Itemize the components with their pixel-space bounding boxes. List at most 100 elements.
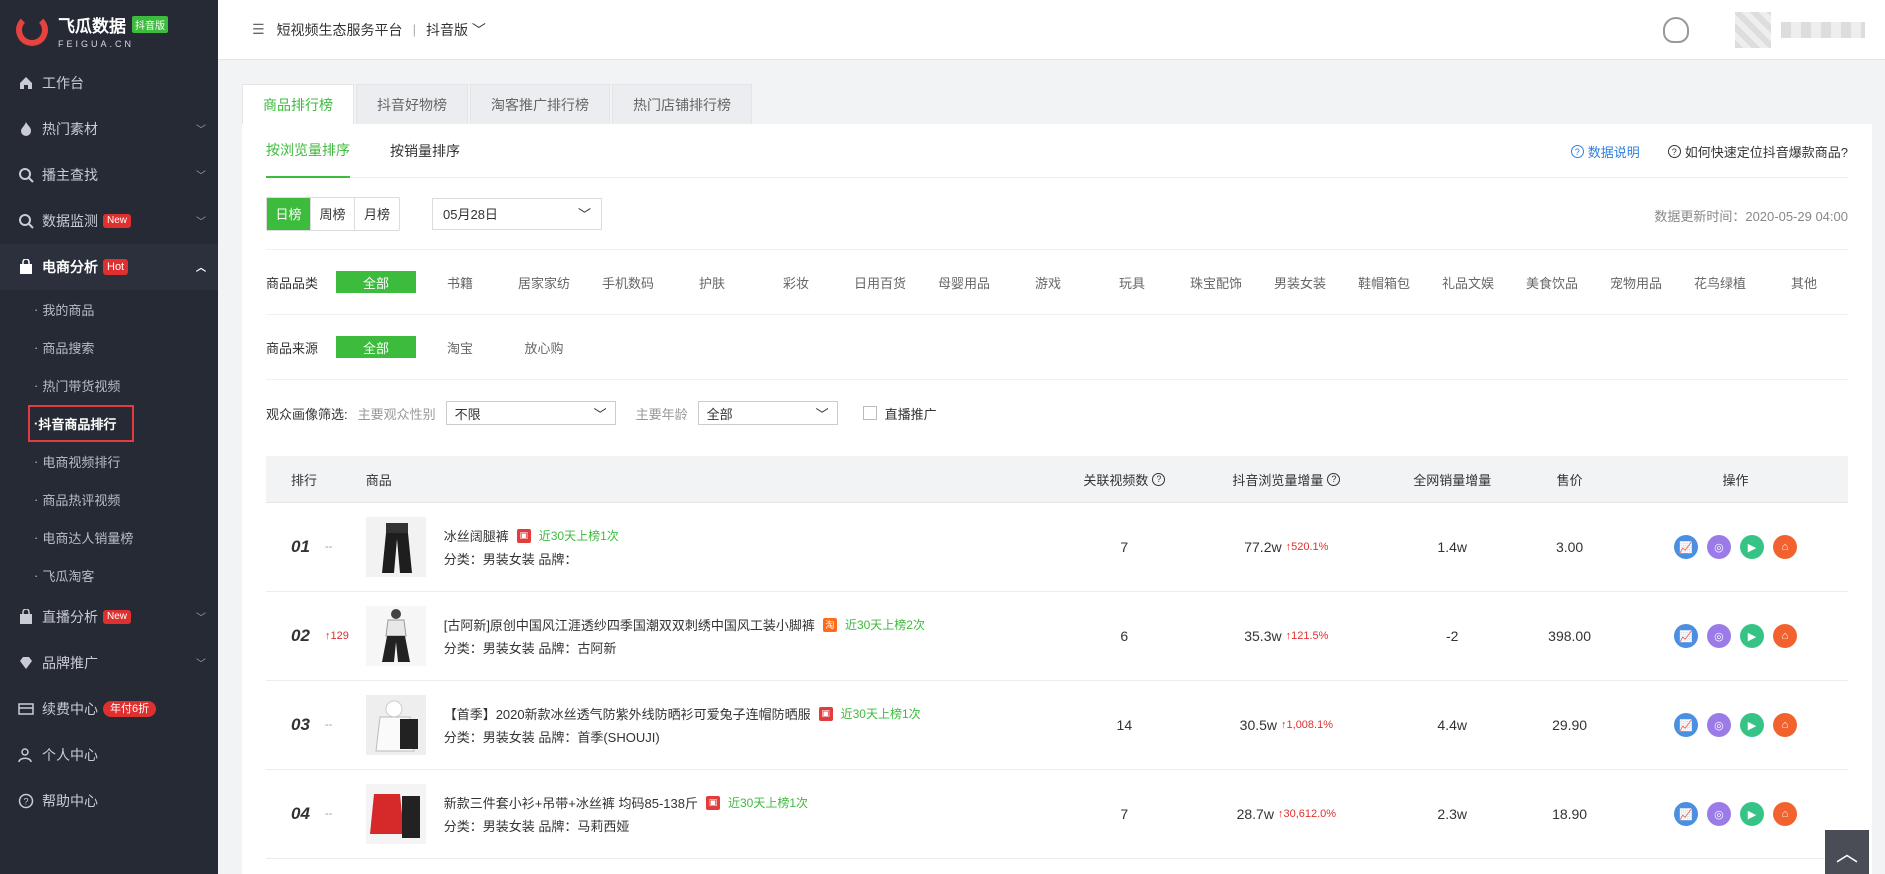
category-chip[interactable]: 珠宝配饰 <box>1176 271 1256 293</box>
category-chip[interactable]: 玩具 <box>1092 271 1172 293</box>
product-thumbnail[interactable] <box>365 784 426 844</box>
video-icon[interactable]: ▶ <box>1739 713 1764 737</box>
sidebar-item-data-monitor[interactable]: 数据监测 New ﹀ <box>0 198 218 244</box>
period-weekly[interactable]: 周榜 <box>311 197 355 230</box>
shop-icon[interactable]: ⌂ <box>1772 535 1797 559</box>
category-chip[interactable]: 美食饮品 <box>1512 271 1592 293</box>
back-to-top-button[interactable]: ︿ <box>1825 830 1869 874</box>
category-chip[interactable]: 日用百货 <box>840 271 920 293</box>
sidebar-item-profile[interactable]: 个人中心 <box>0 732 218 778</box>
trend-chart-icon[interactable]: 📈 <box>1673 713 1698 737</box>
sidebar-item-live-analysis[interactable]: 直播分析 New ﹀ <box>0 594 218 640</box>
sidebar-item-renewal[interactable]: 续费中心 年付6折 <box>0 686 218 732</box>
category-chip[interactable]: 母婴用品 <box>924 271 1004 293</box>
howto-link[interactable]: ? 如何快速定位抖音爆款商品? <box>1667 142 1848 161</box>
audience-icon[interactable]: ◎ <box>1706 624 1731 648</box>
sidebar-item-workbench[interactable]: 工作台 <box>0 60 218 106</box>
sidebar-item-label: 热门素材 <box>42 121 98 137</box>
video-icon[interactable]: ▶ <box>1739 802 1764 826</box>
source-chip[interactable]: 全部 <box>336 336 416 358</box>
table-row[interactable]: 02 ↑129 [古阿新]原创中国风江涯透纱四季国潮双双刺绣中国风工装小脚裤淘近3… <box>266 592 1848 681</box>
category-chip[interactable]: 花鸟绿植 <box>1680 271 1760 293</box>
shop-icon[interactable]: ⌂ <box>1772 713 1797 737</box>
table-row[interactable]: 01 -- 冰丝阔腿裤 ▣ 近30天上榜1次 分类：男装女装 品牌： 7 77.2w ↑… <box>266 503 1848 592</box>
header-videos[interactable]: 关联视频数? <box>1064 470 1184 489</box>
live-promo-checkbox[interactable] <box>862 406 877 420</box>
shop-icon[interactable]: ⌂ <box>1772 624 1797 648</box>
version-dropdown[interactable]: 抖音版 ﹀ <box>426 20 486 40</box>
sort-by-views[interactable]: 按浏览量排序 <box>266 124 350 178</box>
sub-item-my-products[interactable]: 我的商品 <box>0 290 218 328</box>
table-row[interactable]: 03 -- 【首季】2020新款冰丝透气防紫外线防晒衫可爱兔子连帽防晒服 ▣ 近30天… <box>266 681 1848 770</box>
table-row[interactable]: 04 -- 新款三件套小衫+吊带+冰丝裤 均码85-138斤 ▣ 近30天上榜1次 分… <box>266 770 1848 859</box>
video-icon[interactable]: ▶ <box>1739 535 1764 559</box>
tab-product-ranking[interactable]: 商品排行榜 <box>242 84 354 124</box>
product-title[interactable]: [古阿新]原创中国风江涯透纱四季国潮双双刺绣中国风工装小脚裤 <box>444 615 815 634</box>
headset-icon[interactable] <box>1663 17 1689 43</box>
audience-icon[interactable]: ◎ <box>1706 802 1731 826</box>
product-meta: 分类：男装女装 品牌：古阿新 <box>443 641 617 656</box>
sub-item-douyin-product-ranking[interactable]: 抖音商品排行 <box>0 404 218 442</box>
header-views[interactable]: 抖音浏览量增量? <box>1184 470 1388 489</box>
price: 29.90 <box>1552 717 1588 733</box>
category-chip[interactable]: 彩妆 <box>756 271 836 293</box>
period-toggle: 日榜 周榜 月榜 <box>266 196 400 231</box>
sidebar-item-hot-material[interactable]: 热门素材 ﹀ <box>0 106 218 152</box>
tab-douyin-goods[interactable]: 抖音好物榜 <box>356 84 468 124</box>
product-thumbnail[interactable] <box>365 517 426 577</box>
avatar[interactable] <box>1735 12 1771 48</box>
category-chip[interactable]: 礼品文娱 <box>1428 271 1508 293</box>
data-note-link[interactable]: ? 数据说明 <box>1570 142 1640 161</box>
audience-icon[interactable]: ◎ <box>1706 713 1731 737</box>
product-thumbnail[interactable] <box>365 695 426 755</box>
category-chip[interactable]: 手机数码 <box>588 271 668 293</box>
source-chip[interactable]: 淘宝 <box>420 336 500 358</box>
source-chip[interactable]: 放心购 <box>504 336 584 358</box>
product-title[interactable]: 冰丝阔腿裤 <box>444 526 509 545</box>
category-chip[interactable]: 游戏 <box>1008 271 1088 293</box>
tab-taoke-ranking[interactable]: 淘客推广排行榜 <box>470 84 610 124</box>
tab-hot-shops[interactable]: 热门店铺排行榜 <box>612 84 752 124</box>
video-icon[interactable]: ▶ <box>1739 624 1764 648</box>
svg-text:?: ? <box>23 797 28 807</box>
sub-item-feigua-taoke[interactable]: 飞瓜淘客 <box>0 556 218 594</box>
sub-item-ecom-video-ranking[interactable]: 电商视频排行 <box>0 442 218 480</box>
video-count: 7 <box>1120 539 1129 555</box>
product-title[interactable]: 新款三件套小衫+吊带+冰丝裤 均码85-138斤 <box>444 793 698 812</box>
category-chip[interactable]: 男装女装 <box>1260 271 1340 293</box>
category-chip[interactable]: 居家家纺 <box>504 271 584 293</box>
sidebar-item-help[interactable]: ? 帮助中心 <box>0 778 218 824</box>
trend-chart-icon[interactable]: 📈 <box>1673 802 1698 826</box>
product-thumbnail[interactable] <box>365 606 426 666</box>
product-title[interactable]: 【首季】2020新款冰丝透气防紫外线防晒衫可爱兔子连帽防晒服 <box>444 704 811 723</box>
sidebar-item-brand-promo[interactable]: 品牌推广 ﹀ <box>0 640 218 686</box>
category-chip[interactable]: 其他 <box>1764 271 1844 293</box>
category-chip[interactable]: 全部 <box>336 271 416 293</box>
chevron-up-icon: ︿ <box>1835 841 1858 866</box>
menu-toggle-icon[interactable]: ☰ <box>252 21 265 38</box>
date-select[interactable]: 05月28日 ﹀ <box>432 197 602 230</box>
trend-chart-icon[interactable]: 📈 <box>1673 624 1698 648</box>
username[interactable] <box>1781 22 1865 38</box>
sidebar-item-ecommerce[interactable]: 电商分析 Hot ︿ <box>0 244 218 290</box>
category-chip[interactable]: 书籍 <box>420 271 500 293</box>
period-daily[interactable]: 日榜 <box>267 197 311 230</box>
sidebar-item-label: 续费中心 <box>42 701 98 717</box>
category-chip[interactable]: 鞋帽箱包 <box>1344 271 1424 293</box>
trend-chart-icon[interactable]: 📈 <box>1673 535 1698 559</box>
category-chip[interactable]: 宠物用品 <box>1596 271 1676 293</box>
sub-item-hot-videos[interactable]: 热门带货视频 <box>0 366 218 404</box>
sort-by-sales[interactable]: 按销量排序 <box>390 124 460 178</box>
period-monthly[interactable]: 月榜 <box>355 198 399 230</box>
category-chip[interactable]: 护肤 <box>672 271 752 293</box>
sub-item-influencer-sales[interactable]: 电商达人销量榜 <box>0 518 218 556</box>
age-select[interactable]: 全部 ﹀ <box>697 401 838 425</box>
logo[interactable]: 飞瓜数据 抖音版 FEIGUA.CN <box>0 0 218 60</box>
rank-change: -- <box>325 808 333 820</box>
gender-select[interactable]: 不限 ﹀ <box>445 401 616 425</box>
audience-icon[interactable]: ◎ <box>1706 535 1731 559</box>
sidebar-item-anchor-search[interactable]: 播主查找 ﹀ <box>0 152 218 198</box>
sub-item-product-search[interactable]: 商品搜索 <box>0 328 218 366</box>
sub-item-product-review-videos[interactable]: 商品热评视频 <box>0 480 218 518</box>
shop-icon[interactable]: ⌂ <box>1772 802 1797 826</box>
